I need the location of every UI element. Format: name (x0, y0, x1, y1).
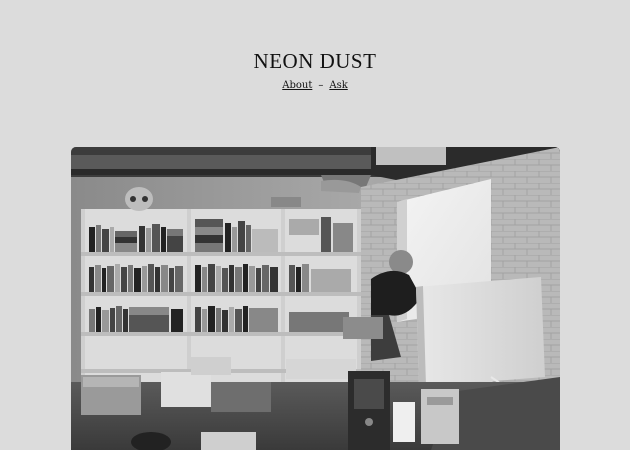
post-photo[interactable] (71, 147, 560, 450)
header-nav: About – Ask (0, 79, 630, 93)
nav-separator: – (318, 80, 324, 91)
photo-post[interactable] (71, 147, 560, 450)
site-title[interactable]: NEON DUST (0, 48, 630, 74)
ask-link[interactable]: Ask (329, 80, 347, 91)
about-link[interactable]: About (282, 80, 312, 91)
